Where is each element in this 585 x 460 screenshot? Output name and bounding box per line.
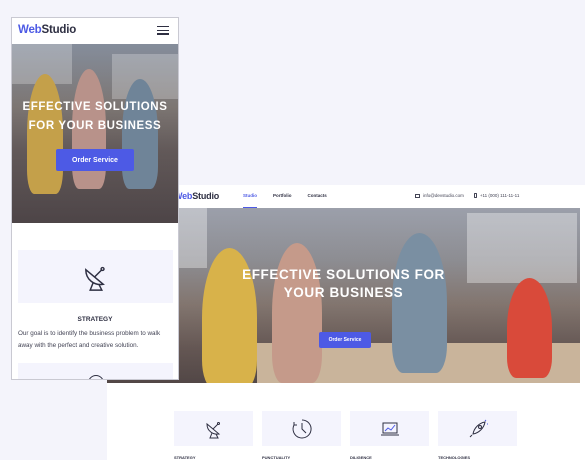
mobile-hero-title: Effective Solutions for your business [22, 101, 168, 132]
desktop-logo[interactable]: WebStudio [174, 191, 219, 201]
satellite-antenna-icon [84, 266, 105, 291]
mobile-feature-icon-box [18, 250, 173, 303]
desktop-nav: Studio Portfolio Contacts [243, 193, 327, 208]
mobile-order-service-button[interactable]: Order Service [56, 149, 134, 171]
phone-icon [473, 193, 477, 199]
clock-icon [88, 375, 104, 379]
feature-punctuality: Punctuality [262, 411, 341, 460]
mobile-feature-title: Strategy [77, 316, 113, 323]
mobile-hero: Effective Solutions for your business Ord… [12, 44, 178, 223]
mobile-next-feature-box [18, 363, 173, 379]
desktop-contacts: info@devstudio.com +11 (000) 111-11-11 [415, 193, 519, 199]
nav-contacts[interactable]: Contacts [308, 193, 327, 198]
mobile-mockup: WebStudio Effective Solutions for your bu… [11, 17, 179, 380]
mobile-logo[interactable]: WebStudio [18, 24, 76, 36]
nav-studio[interactable]: Studio [243, 193, 257, 208]
rocket-icon [469, 419, 488, 437]
burger-menu-icon[interactable] [157, 26, 169, 35]
email-link[interactable]: info@devstudio.com [415, 193, 464, 198]
clock-icon [292, 418, 312, 438]
phone-link[interactable]: +11 (000) 111-11-11 [473, 193, 519, 199]
feature-strategy: Strategy [174, 411, 253, 460]
mobile-header: WebStudio [12, 18, 178, 44]
satellite-antenna-icon [205, 421, 220, 438]
desktop-features: Strategy Punctuality Diligence [174, 411, 517, 460]
hero-bg-person [272, 243, 322, 383]
laptop-chart-icon [380, 422, 399, 435]
mobile-feature-text: Our goal is to identify the business pro… [18, 330, 161, 349]
nav-portfolio[interactable]: Portfolio [273, 193, 292, 198]
feature-technologies: Technologies [438, 411, 517, 460]
desktop-order-service-button[interactable]: Order Service [319, 332, 371, 348]
hero-bg-person [392, 233, 447, 373]
mail-icon [415, 193, 420, 198]
feature-diligence: Diligence [350, 411, 429, 460]
